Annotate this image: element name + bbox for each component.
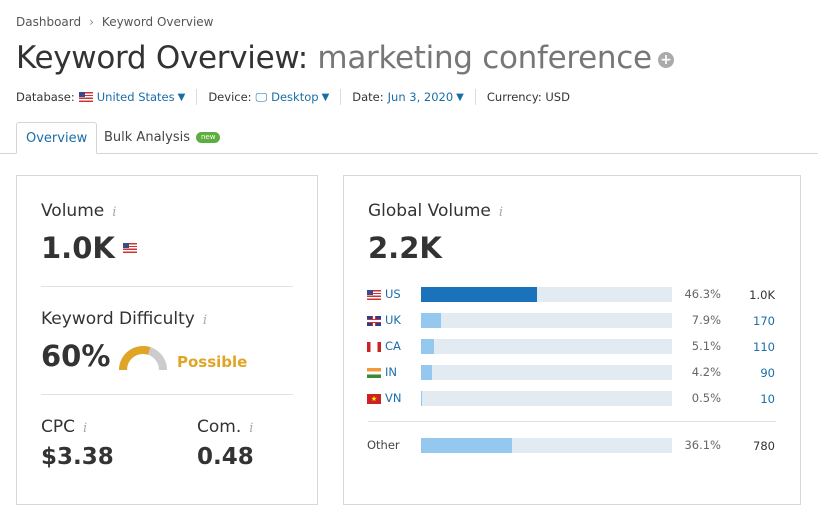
volume-value[interactable]: 10 (760, 392, 775, 406)
ca-flag-icon (367, 342, 381, 352)
volume-bar-track (421, 391, 672, 406)
chevron-right-icon: › (89, 15, 94, 29)
filter-bar: Database: United States ▼ Device: 🖵 Deskt… (16, 89, 570, 105)
percent-value: 36.1% (684, 438, 721, 452)
country-row-other: Other 36.1% 780 (367, 437, 777, 455)
country-row-vn: ★ VN 0.5% 10 (367, 390, 777, 408)
chevron-down-icon[interactable]: ▼ (322, 92, 330, 103)
info-icon[interactable]: i (249, 421, 253, 436)
database-label: Database: (16, 90, 75, 104)
currency-label: Currency: USD (486, 90, 570, 104)
date-label: Date: (352, 90, 384, 104)
volume-bar-fill (421, 365, 432, 380)
chevron-down-icon[interactable]: ▼ (178, 92, 186, 103)
difficulty-value: 60% (41, 339, 111, 373)
in-flag-icon (367, 368, 381, 378)
competition-value: 0.48 (197, 444, 254, 470)
percent-value: 5.1% (691, 339, 721, 353)
country-code[interactable]: VN (385, 391, 401, 405)
volume-bar-fill (421, 313, 441, 328)
breadcrumb: Dashboard › Keyword Overview (16, 15, 213, 29)
device-select[interactable]: Desktop (271, 90, 318, 104)
volume-value[interactable]: 170 (753, 314, 775, 328)
info-icon[interactable]: i (83, 421, 87, 436)
volume-bar-fill (421, 438, 512, 453)
breadcrumb-dashboard[interactable]: Dashboard (16, 15, 81, 29)
volume-heading: Volume i (41, 201, 116, 221)
country-code[interactable]: IN (385, 365, 397, 379)
difficulty-heading: Keyword Difficulty i (41, 309, 207, 329)
cpc-value: $3.38 (41, 444, 114, 470)
cpc-heading: CPC i (41, 417, 87, 437)
page-title: Keyword Overview: marketing conference + (16, 40, 674, 76)
volume-bar-track (421, 313, 672, 328)
global-volume-heading: Global Volume i (368, 201, 503, 221)
country-row-us: US 46.3% 1.0K (367, 286, 777, 304)
tab-label: Bulk Analysis (104, 130, 190, 145)
title-keyword: marketing conference (317, 40, 652, 76)
volume-value: 1.0K (41, 231, 115, 265)
country-row-in: IN 4.2% 90 (367, 364, 777, 382)
difficulty-gauge (119, 346, 167, 371)
volume-bar-fill (421, 391, 423, 406)
info-icon[interactable]: i (112, 205, 116, 220)
divider (196, 89, 198, 105)
volume-value: 780 (753, 439, 775, 453)
volume-value[interactable]: 90 (760, 366, 775, 380)
divider (41, 394, 293, 395)
country-code[interactable]: US (385, 287, 401, 301)
difficulty-rating: Possible (177, 353, 248, 371)
plus-circle-icon[interactable]: + (657, 51, 674, 68)
uk-flag-icon (367, 316, 381, 326)
vn-flag-icon: ★ (367, 394, 381, 404)
device-label: Device: (208, 90, 252, 104)
percent-value: 0.5% (691, 391, 721, 405)
divider (41, 286, 293, 287)
volume-label: Volume (41, 201, 105, 221)
volume-value: 1.0K (749, 288, 775, 302)
volume-bar-track (421, 438, 672, 453)
keyword-metrics-card: Volume i 1.0K Keyword Difficulty i 60% Pos… (16, 175, 318, 505)
difficulty-label: Keyword Difficulty (41, 309, 195, 329)
volume-value[interactable]: 110 (753, 340, 775, 354)
percent-value: 7.9% (691, 313, 721, 327)
global-volume-value: 2.2K (368, 231, 442, 265)
country-code[interactable]: UK (385, 313, 401, 327)
divider (368, 421, 776, 422)
info-icon[interactable]: i (203, 313, 207, 328)
country-row-ca: CA 5.1% 110 (367, 338, 777, 356)
volume-bar-track (421, 287, 672, 302)
competition-label: Com. (197, 417, 242, 437)
tab-bar: Overview Bulk Analysis new (0, 122, 818, 154)
tab-bulk-analysis[interactable]: Bulk Analysis new (95, 122, 229, 154)
date-select[interactable]: Jun 3, 2020 (388, 90, 454, 104)
info-icon[interactable]: i (499, 205, 503, 220)
volume-bar-fill (421, 339, 434, 354)
us-flag-icon (78, 92, 93, 102)
country-code[interactable]: CA (385, 339, 401, 353)
volume-bar-track (421, 365, 672, 380)
global-volume-label: Global Volume (368, 201, 491, 221)
competition-heading: Com. i (197, 417, 253, 437)
other-label: Other (367, 438, 400, 452)
volume-bar-fill (421, 287, 538, 302)
percent-value: 46.3% (684, 287, 721, 301)
cpc-label: CPC (41, 417, 75, 437)
us-flag-icon (367, 290, 381, 300)
percent-value: 4.2% (691, 365, 721, 379)
divider (474, 89, 476, 105)
breadcrumb-current: Keyword Overview (101, 15, 214, 29)
new-badge: new (196, 132, 221, 143)
title-prefix: Keyword Overview: (16, 40, 308, 76)
volume-block: 1.0K (41, 231, 137, 265)
desktop-icon: 🖵 (255, 89, 268, 104)
divider (340, 89, 342, 105)
gauge-fill (119, 346, 151, 371)
volume-bar-track (421, 339, 672, 354)
country-row-uk: UK 7.9% 170 (367, 312, 777, 330)
tab-overview[interactable]: Overview (16, 122, 98, 154)
database-select[interactable]: United States (97, 90, 175, 104)
us-flag-icon (122, 243, 137, 253)
chevron-down-icon[interactable]: ▼ (456, 92, 464, 103)
